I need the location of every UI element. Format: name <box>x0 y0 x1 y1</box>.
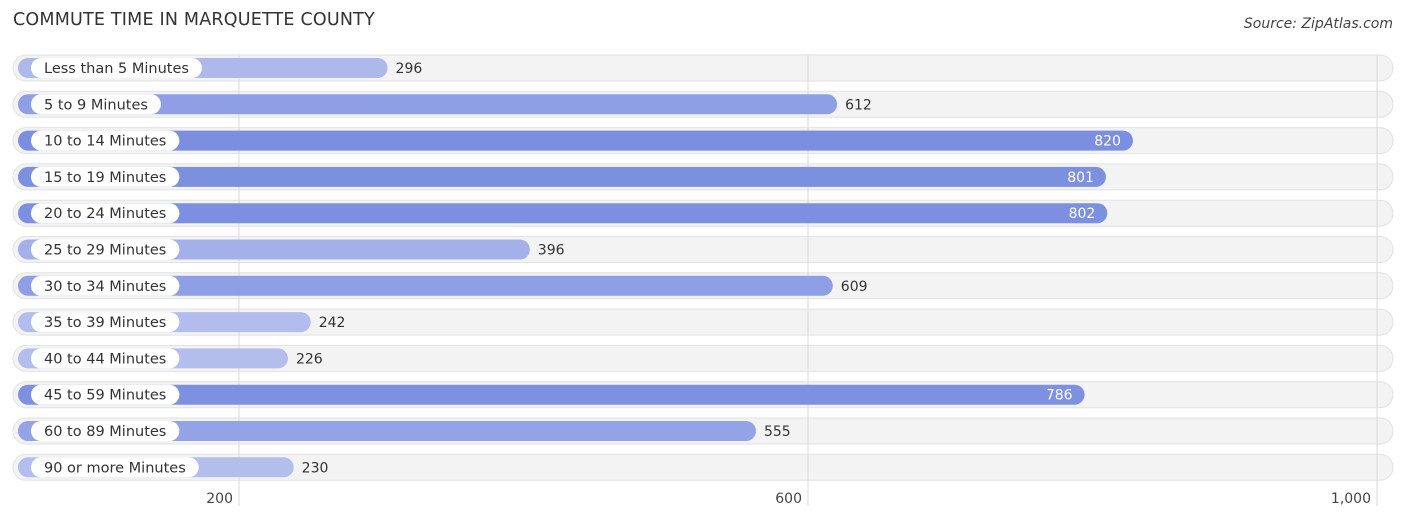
bar <box>18 203 1108 224</box>
value-label: 612 <box>845 97 872 113</box>
value-label: 802 <box>1069 206 1096 222</box>
value-label: 226 <box>296 351 323 367</box>
category-label: 25 to 29 Minutes <box>44 243 166 259</box>
value-label: 230 <box>302 460 329 476</box>
value-label: 786 <box>1046 388 1073 404</box>
value-label: 396 <box>538 243 565 259</box>
category-label: 5 to 9 Minutes <box>44 97 148 113</box>
bar <box>18 130 1133 151</box>
value-label: 242 <box>319 315 346 331</box>
category-label: 15 to 19 Minutes <box>44 170 166 186</box>
category-label: Less than 5 Minutes <box>44 61 189 77</box>
x-tick-label: 1,000 <box>1331 491 1371 507</box>
value-label: 555 <box>764 424 791 440</box>
category-label: 60 to 89 Minutes <box>44 424 166 440</box>
category-label: 40 to 44 Minutes <box>44 351 166 367</box>
category-label: 10 to 14 Minutes <box>44 134 166 150</box>
category-label: 45 to 59 Minutes <box>44 388 166 404</box>
value-label: 820 <box>1094 134 1121 150</box>
value-label: 296 <box>396 61 423 77</box>
bar <box>18 166 1106 187</box>
category-label: 20 to 24 Minutes <box>44 206 166 222</box>
value-label: 801 <box>1067 170 1094 186</box>
x-tick-label: 600 <box>775 491 802 507</box>
value-label: 609 <box>841 279 868 295</box>
bar-chart: Less than 5 Minutes 296 5 to 9 Minutes 612 1… <box>12 54 1394 507</box>
category-label: 30 to 34 Minutes <box>44 279 166 295</box>
category-label: 90 or more Minutes <box>44 460 186 476</box>
x-tick-label: 200 <box>206 491 233 507</box>
category-label: 35 to 39 Minutes <box>44 315 166 331</box>
